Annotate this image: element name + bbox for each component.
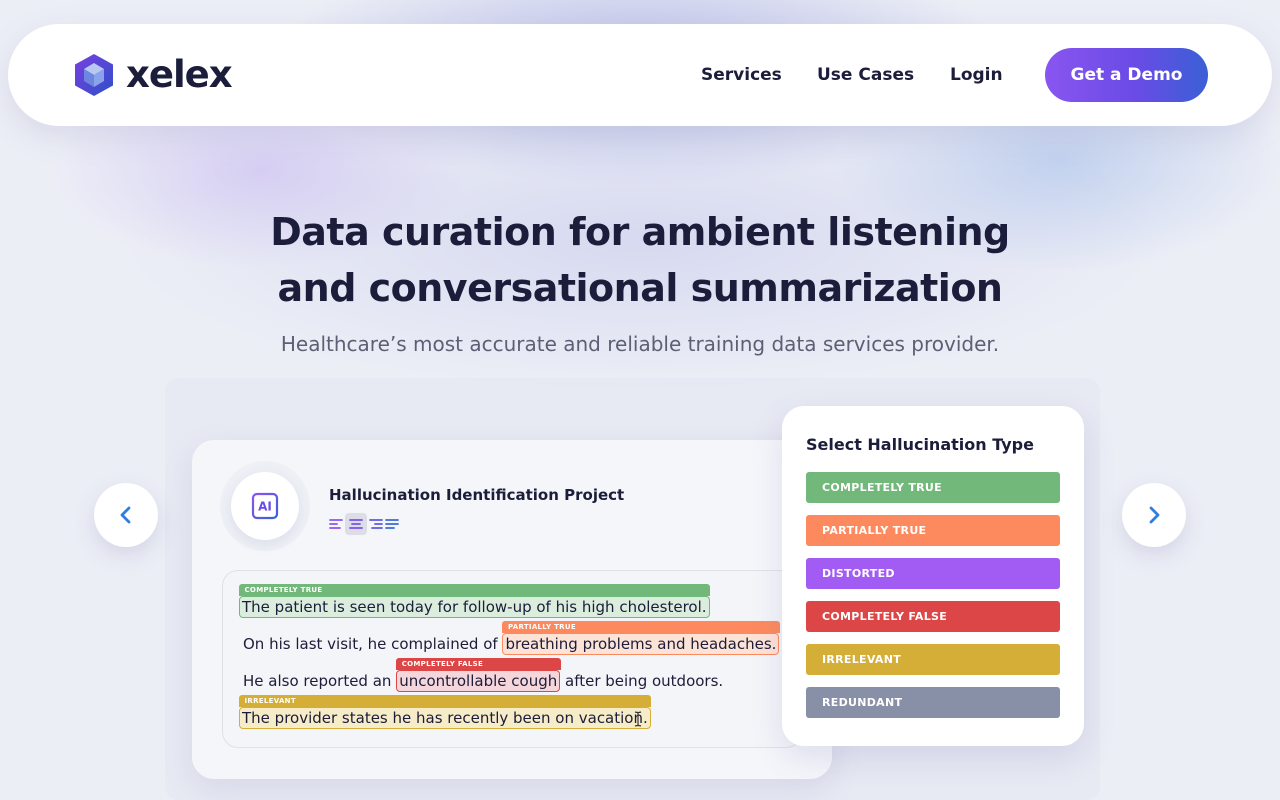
panel-title: Select Hallucination Type — [806, 435, 1034, 454]
highlight-text: uncontrollable cough — [399, 672, 558, 690]
text-align-toolbar — [329, 513, 399, 535]
transcript-line-2[interactable]: On his last visit, he complained of PART… — [243, 621, 780, 655]
brand-logo[interactable]: xelex — [72, 52, 233, 98]
align-left-tool[interactable] — [329, 513, 343, 535]
plain-text: On his last visit, he complained of — [243, 635, 498, 653]
ai-chip-icon: AI — [246, 487, 284, 525]
chevron-left-icon — [120, 506, 131, 524]
ai-badge-inner: AI — [231, 472, 299, 540]
align-left-icon — [329, 519, 343, 529]
nav-link-login[interactable]: Login — [950, 64, 1003, 86]
hallucination-project-card: AI Hallucination Identification Project — [192, 440, 832, 779]
highlight-text: The provider states he has recently been… — [242, 709, 648, 727]
align-center-tool[interactable] — [345, 513, 367, 535]
nav-link-use-cases[interactable]: Use Cases — [817, 64, 914, 86]
transcript-line-4[interactable]: IRRELEVANT The provider states he has re… — [238, 695, 652, 729]
hallucination-type-panel: Select Hallucination Type COMPLETELY TRU… — [782, 406, 1084, 746]
transcript-line-1[interactable]: COMPLETELY TRUE The patient is seen toda… — [238, 584, 711, 618]
align-justify-tool[interactable] — [385, 513, 399, 535]
hero-title-line-1: Data curation for ambient listening — [270, 210, 1010, 254]
hero-title-line-2: and conversational summarization — [277, 266, 1003, 310]
carousel-prev-button[interactable] — [94, 483, 158, 547]
align-right-tool[interactable] — [369, 513, 383, 535]
project-title: Hallucination Identification Project — [329, 486, 625, 504]
align-justify-icon — [385, 519, 399, 529]
highlight-tag: COMPLETELY FALSE — [395, 658, 561, 670]
type-completely-false-button[interactable]: COMPLETELY FALSE — [806, 601, 1060, 632]
nav-link-services[interactable]: Services — [701, 64, 782, 86]
chevron-right-icon — [1149, 506, 1160, 524]
align-right-icon — [369, 519, 383, 529]
highlight-tag: COMPLETELY TRUE — [238, 584, 711, 596]
highlight-text: breathing problems and headaches. — [505, 635, 777, 653]
get-demo-button[interactable]: Get a Demo — [1045, 48, 1208, 102]
highlight-text: The patient is seen today for follow-up … — [242, 598, 707, 616]
hero-title: Data curation for ambient listening and … — [240, 204, 1040, 316]
top-navigation: xelex Services Use Cases Login Get a Dem… — [8, 24, 1272, 126]
ai-badge: AI — [220, 461, 310, 551]
type-redundant-button[interactable]: REDUNDANT — [806, 687, 1060, 718]
type-distorted-button[interactable]: DISTORTED — [806, 558, 1060, 589]
type-completely-true-button[interactable]: COMPLETELY TRUE — [806, 472, 1060, 503]
text-cursor-icon — [634, 711, 642, 727]
highlight-tag: IRRELEVANT — [238, 695, 652, 707]
transcript-line-3[interactable]: He also reported an COMPLETELY FALSE unc… — [243, 658, 724, 692]
ai-chip-label: AI — [258, 500, 272, 514]
highlight-irrelevant[interactable]: IRRELEVANT The provider states he has re… — [238, 695, 652, 729]
highlight-tag: PARTIALLY TRUE — [501, 621, 780, 633]
highlight-completely-true[interactable]: COMPLETELY TRUE The patient is seen toda… — [238, 584, 711, 618]
hexagon-logo-icon — [75, 54, 113, 96]
align-center-icon — [349, 519, 363, 529]
highlight-partially-true[interactable]: PARTIALLY TRUE breathing problems and he… — [501, 621, 780, 655]
plain-text: after being outdoors. — [565, 672, 724, 690]
highlight-completely-false[interactable]: COMPLETELY FALSE uncontrollable cough — [395, 658, 561, 692]
carousel-next-button[interactable] — [1122, 483, 1186, 547]
type-irrelevant-button[interactable]: IRRELEVANT — [806, 644, 1060, 675]
type-partially-true-button[interactable]: PARTIALLY TRUE — [806, 515, 1060, 546]
brand-name: xelex — [126, 53, 233, 96]
transcript-box: COMPLETELY TRUE The patient is seen toda… — [222, 570, 802, 748]
plain-text: He also reported an — [243, 672, 392, 690]
hero-subtitle: Healthcare’s most accurate and reliable … — [280, 332, 1000, 356]
